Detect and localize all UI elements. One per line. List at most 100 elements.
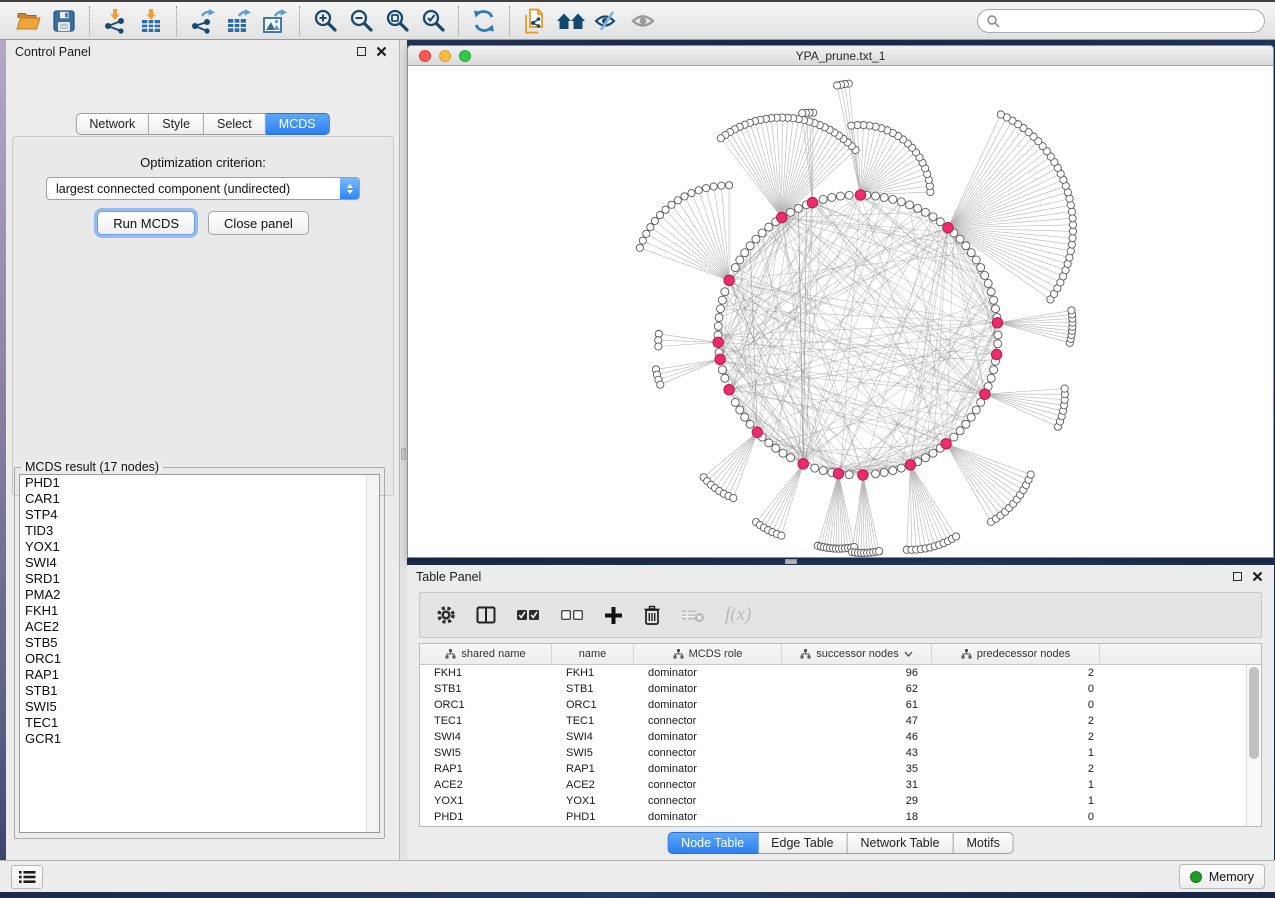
mcds-result-item[interactable]: ACE2 (20, 619, 379, 635)
column-header-successor-nodes[interactable]: successor nodes (782, 644, 932, 664)
zoom-selected-button[interactable] (415, 5, 451, 37)
mcds-result-item[interactable]: RAP1 (20, 667, 379, 683)
clone-network-icon (522, 8, 548, 34)
table-row[interactable]: YOX1YOX1connector291 (420, 793, 1246, 809)
table-scrollbar[interactable] (1246, 665, 1261, 826)
horizontal-splitter[interactable] (785, 559, 797, 564)
tab-network-table[interactable]: Network Table (848, 832, 954, 854)
close-panel-button[interactable]: Close panel (208, 211, 309, 235)
close-panel-icon[interactable] (376, 46, 387, 57)
table-row[interactable]: ORC1ORC1dominator610 (420, 697, 1246, 713)
float-window-icon[interactable] (357, 47, 366, 56)
network-canvas[interactable] (408, 67, 1273, 557)
import-table-button[interactable] (133, 5, 169, 37)
new-network-from-selection-button[interactable] (517, 5, 553, 37)
close-panel-icon[interactable] (1252, 571, 1263, 582)
table-row[interactable]: SWI4SWI4dominator462 (420, 729, 1246, 745)
optimization-criterion-select[interactable]: largest connected component (undirected) (46, 177, 360, 200)
float-window-icon[interactable] (1233, 572, 1242, 581)
export-table-button[interactable] (220, 5, 256, 37)
apply-layout-button[interactable] (466, 5, 502, 37)
mcds-result-item[interactable]: YOX1 (20, 539, 379, 555)
mcds-result-list[interactable]: PHD1CAR1STP4TID3YOX1SWI4SRD1PMA2FKH1ACE2… (19, 474, 380, 833)
select-all-icon[interactable] (516, 608, 540, 622)
memory-button[interactable]: Memory (1179, 864, 1265, 889)
tab-network[interactable]: Network (75, 113, 149, 135)
tab-style[interactable]: Style (149, 113, 204, 135)
mcds-result-item[interactable]: PMA2 (20, 587, 379, 603)
mcds-result-item[interactable]: FKH1 (20, 603, 379, 619)
search-box[interactable] (977, 9, 1265, 33)
tab-motifs[interactable]: Motifs (953, 832, 1013, 854)
mcds-result-item[interactable]: STB1 (20, 683, 379, 699)
network-window-titlebar[interactable]: YPA_prune.txt_1 (408, 46, 1273, 66)
mcds-result-item[interactable]: GCR1 (20, 731, 379, 747)
mcds-result-item[interactable]: SWI5 (20, 699, 379, 715)
network-view-window: YPA_prune.txt_1 (407, 45, 1274, 558)
deselect-all-icon[interactable] (560, 608, 584, 622)
function-builder-icon[interactable]: f(x) (725, 604, 751, 626)
zoom-in-button[interactable] (307, 5, 343, 37)
maximize-window-icon[interactable] (459, 50, 471, 62)
column-header-name[interactable]: name (552, 644, 634, 664)
hide-selected-button[interactable] (589, 5, 625, 37)
table-cell: 2 (932, 731, 1100, 743)
add-icon[interactable] (604, 606, 623, 625)
run-mcds-button[interactable]: Run MCDS (97, 211, 195, 235)
minimize-window-icon[interactable] (439, 50, 451, 62)
hierarchy-icon (673, 649, 684, 659)
column-header-filler (1100, 644, 1261, 664)
gear-icon[interactable] (436, 605, 456, 625)
mcds-result-item[interactable]: ORC1 (20, 651, 379, 667)
delete-table-icon[interactable] (681, 607, 705, 623)
table-cell: 61 (782, 699, 932, 711)
show-columns-icon[interactable] (476, 606, 496, 624)
zoom-fit-button[interactable] (379, 5, 415, 37)
mcds-result-item[interactable]: STP4 (20, 507, 379, 523)
mcds-result-item[interactable]: PHD1 (20, 475, 379, 491)
scrollbar-thumb[interactable] (1249, 667, 1259, 759)
table-cell: dominator (634, 731, 782, 743)
column-header-mcds-role[interactable]: MCDS role (634, 644, 782, 664)
save-session-button[interactable] (46, 5, 82, 37)
export-image-button[interactable] (256, 5, 292, 37)
table-row[interactable]: RAP1RAP1dominator352 (420, 761, 1246, 777)
search-input[interactable] (1000, 12, 1256, 30)
tab-edge-table[interactable]: Edge Table (758, 832, 847, 854)
tab-mcds[interactable]: MCDS (266, 113, 330, 135)
mcds-result-item[interactable]: CAR1 (20, 491, 379, 507)
table-row[interactable]: SWI5SWI5connector431 (420, 745, 1246, 761)
first-neighbors-button[interactable] (553, 5, 589, 37)
table-row[interactable]: FKH1FKH1dominator962 (420, 665, 1246, 681)
tab-select[interactable]: Select (204, 113, 266, 135)
task-history-button[interactable] (11, 865, 43, 889)
table-cell: TEC1 (552, 715, 634, 727)
mcds-result-item[interactable]: TEC1 (20, 715, 379, 731)
mcds-result-item[interactable]: STB5 (20, 635, 379, 651)
export-table-icon (225, 8, 251, 34)
zoom-out-button[interactable] (343, 5, 379, 37)
status-bar: Memory (0, 860, 1275, 892)
trash-icon[interactable] (643, 605, 661, 625)
mcds-result-item[interactable]: SRD1 (20, 571, 379, 587)
list-icon (18, 870, 36, 884)
table-row[interactable]: PHD1PHD1dominator180 (420, 809, 1246, 825)
import-network-button[interactable] (97, 5, 133, 37)
tab-node-table[interactable]: Node Table (667, 832, 758, 854)
mcds-result-item[interactable]: SWI4 (20, 555, 379, 571)
column-header-predecessor-nodes[interactable]: predecessor nodes (932, 644, 1100, 664)
close-window-icon[interactable] (419, 50, 431, 62)
table-cell: YOX1 (552, 795, 634, 807)
mcds-result-item[interactable]: TID3 (20, 523, 379, 539)
show-all-button[interactable] (625, 5, 661, 37)
table-row[interactable]: TEC1TEC1connector472 (420, 713, 1246, 729)
vertical-splitter[interactable] (400, 40, 407, 860)
hierarchy-icon (445, 649, 456, 659)
table-cell: SWI4 (420, 731, 552, 743)
open-file-button[interactable] (10, 5, 46, 37)
table-row[interactable]: ACE2ACE2connector311 (420, 777, 1246, 793)
export-network-button[interactable] (184, 5, 220, 37)
table-row[interactable]: STB1STB1dominator620 (420, 681, 1246, 697)
mcds-list-scrollbar[interactable] (366, 475, 379, 832)
column-header-shared-name[interactable]: shared name (420, 644, 552, 664)
